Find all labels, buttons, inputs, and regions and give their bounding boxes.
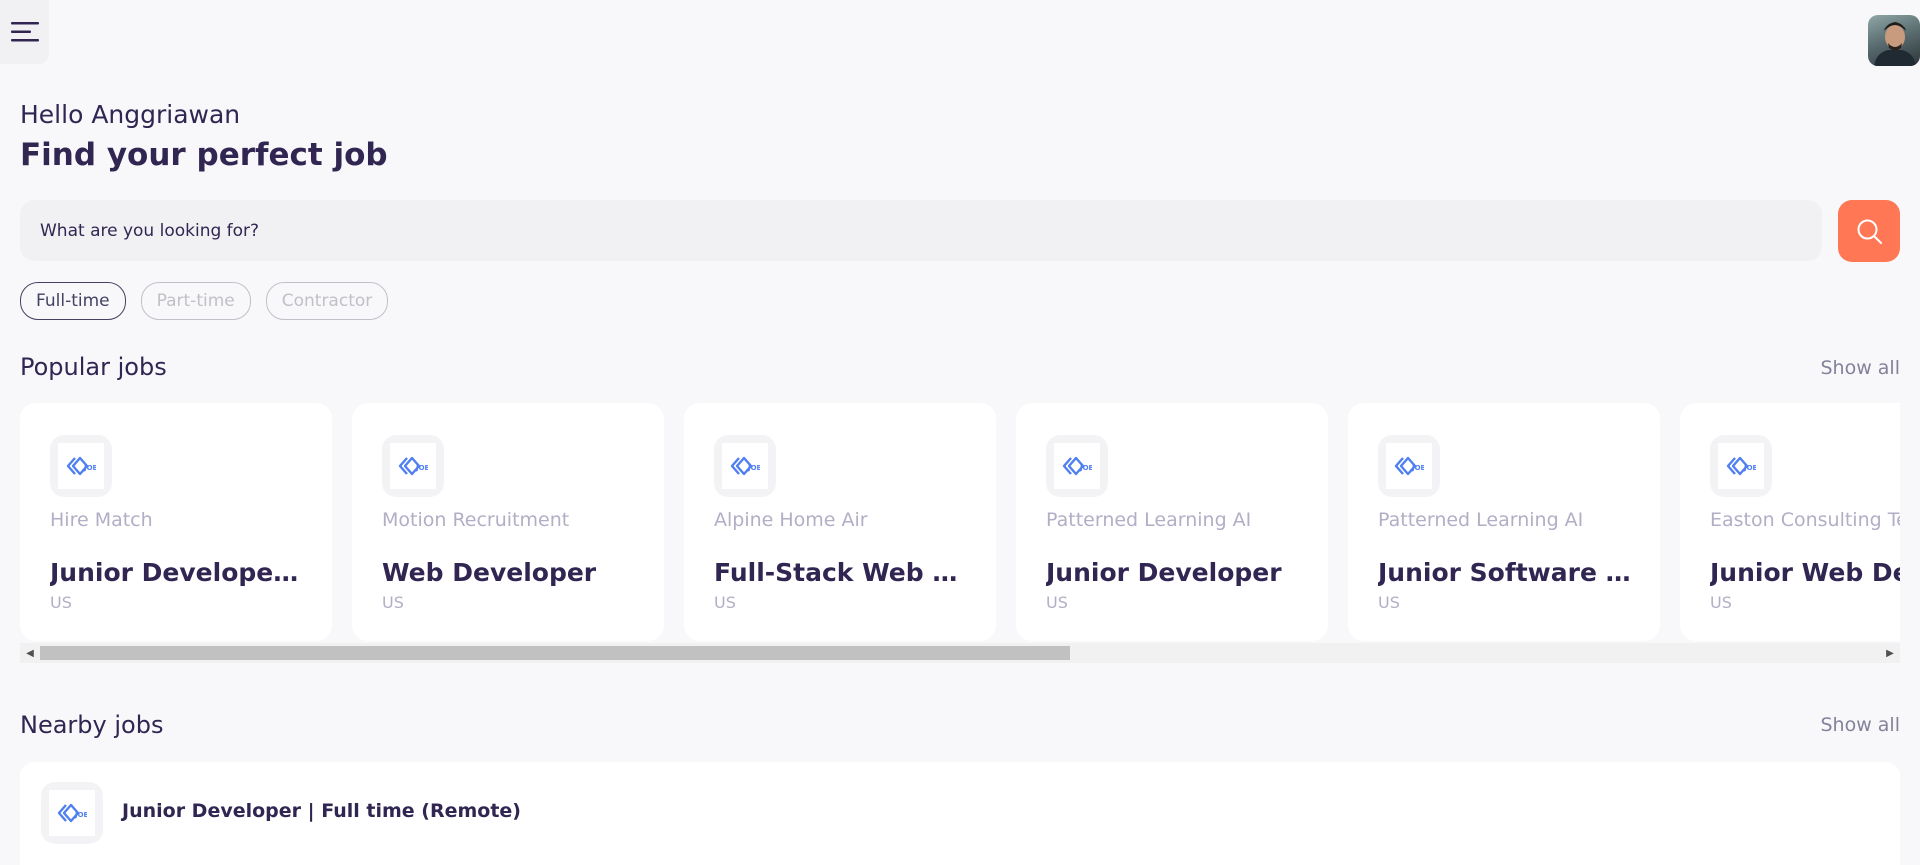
company-logo-icon: JOB <box>58 443 104 489</box>
job-location: US <box>1710 593 1732 612</box>
company-logo: JOB <box>1710 435 1772 497</box>
nearby-job-title: Junior Developer | Full time (Remote) <box>122 800 521 822</box>
search-input[interactable] <box>20 219 1822 242</box>
company-logo-icon: JOB <box>722 443 768 489</box>
popular-job-card[interactable]: JOB Easton Consulting Te Junior Web Deve US <box>1680 403 1900 641</box>
company-logo: JOB <box>714 435 776 497</box>
scrollbar-thumb[interactable] <box>40 646 1070 660</box>
scroll-right-arrow-icon[interactable]: ▶ <box>1880 643 1900 663</box>
svg-text:JOB: JOB <box>1079 464 1092 472</box>
popular-job-card[interactable]: JOB Patterned Learning AI Junior Developer… <box>1016 403 1328 641</box>
company-name: Easton Consulting Te <box>1710 509 1900 531</box>
job-location: US <box>714 593 736 612</box>
company-name: Alpine Home Air <box>714 509 868 531</box>
job-location: US <box>1046 593 1068 612</box>
company-name: Motion Recruitment <box>382 509 570 531</box>
company-logo: JOB <box>1046 435 1108 497</box>
popular-jobs-carousel[interactable]: JOBHire MatchJunior Developer | F...USJO… <box>20 403 1900 643</box>
popular-jobs-title: Popular jobs <box>20 353 167 381</box>
job-title: Junior Software Eng... <box>1378 558 1638 587</box>
job-title: Junior Web Deve <box>1710 558 1900 587</box>
svg-text:JOB: JOB <box>747 464 760 472</box>
popular-job-card[interactable]: JOB Patterned Learning AI Junior Software … <box>1348 403 1660 641</box>
svg-text:JOB: JOB <box>1411 464 1424 472</box>
company-logo-icon: JOB <box>1386 443 1432 489</box>
popular-job-card[interactable]: JOB Alpine Home Air Full-Stack Web Dev... U… <box>684 403 996 641</box>
popular-show-all-link[interactable]: Show all <box>1820 357 1900 379</box>
job-title: Web Developer <box>382 558 597 587</box>
search-bar <box>20 200 1822 261</box>
job-location: US <box>382 593 404 612</box>
svg-text:JOB: JOB <box>415 464 428 472</box>
job-type-tabs: Full-time Part-time Contractor <box>20 282 389 320</box>
menu-button[interactable] <box>0 0 49 64</box>
hamburger-menu-icon <box>10 22 39 42</box>
popular-job-card[interactable]: JOB Hire Match Junior Developer | F... US <box>20 403 332 641</box>
company-name: Patterned Learning AI <box>1046 509 1252 531</box>
job-title: Full-Stack Web Dev... <box>714 558 974 587</box>
company-logo-icon: JOB <box>49 790 95 836</box>
company-logo: JOB <box>1378 435 1440 497</box>
job-title: Junior Developer <box>1046 558 1282 587</box>
company-logo: JOB <box>41 782 103 844</box>
company-logo: JOB <box>382 435 444 497</box>
greeting-text: Hello Anggriawan <box>20 100 241 129</box>
job-location: US <box>1378 593 1400 612</box>
horizontal-scrollbar[interactable]: ◀ ▶ <box>20 643 1900 663</box>
nearby-jobs-title: Nearby jobs <box>20 711 164 739</box>
page-headline: Find your perfect job <box>20 137 388 173</box>
job-location: US <box>50 593 72 612</box>
svg-text:JOB: JOB <box>74 811 87 819</box>
tab-full-time[interactable]: Full-time <box>20 282 126 320</box>
svg-text:JOB: JOB <box>1743 464 1756 472</box>
tab-part-time[interactable]: Part-time <box>140 282 251 320</box>
company-logo-icon: JOB <box>1718 443 1764 489</box>
nearby-show-all-link[interactable]: Show all <box>1820 714 1900 736</box>
popular-job-card[interactable]: JOB Motion Recruitment Web Developer US <box>352 403 664 641</box>
user-avatar[interactable] <box>1868 15 1920 66</box>
company-logo-icon: JOB <box>1054 443 1100 489</box>
popular-jobs-list: JOBHire MatchJunior Developer | F...USJO… <box>20 403 1900 641</box>
company-name: Hire Match <box>50 509 153 531</box>
avatar-photo <box>1874 22 1916 66</box>
search-icon <box>1857 219 1882 244</box>
company-logo: JOB <box>50 435 112 497</box>
job-title: Junior Developer | F... <box>50 558 310 587</box>
company-logo-icon: JOB <box>390 443 436 489</box>
search-button[interactable] <box>1838 200 1900 262</box>
nearby-job-card[interactable]: JOB Junior Developer | Full time (Remote… <box>20 762 1900 865</box>
company-name: Patterned Learning AI <box>1378 509 1584 531</box>
scroll-left-arrow-icon[interactable]: ◀ <box>20 643 40 663</box>
svg-text:JOB: JOB <box>83 464 96 472</box>
tab-contractor[interactable]: Contractor <box>265 282 389 320</box>
job-search-screen: Hello Anggriawan Find your perfect job F… <box>0 0 1920 865</box>
